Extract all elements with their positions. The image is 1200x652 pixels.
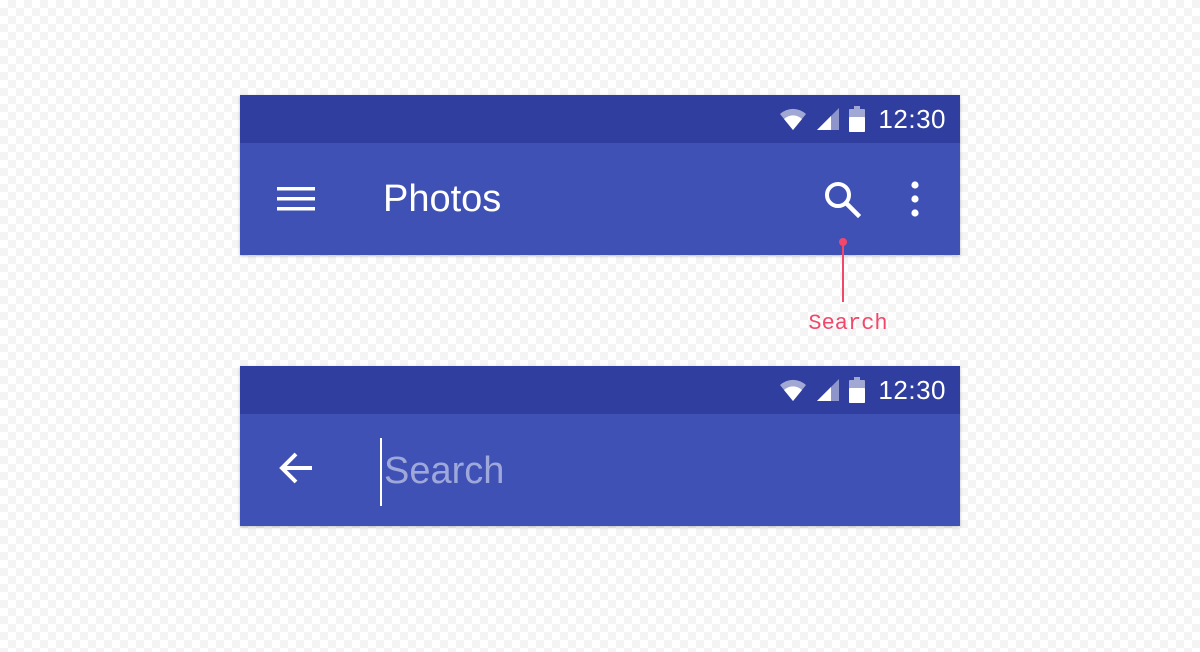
toolbar-default: 12:30 Photos <box>240 95 960 255</box>
toolbar-search: 12:30 <box>240 366 960 526</box>
callout-label: Search <box>808 311 888 336</box>
status-icons: 12:30 <box>779 366 946 414</box>
cellular-signal-icon <box>816 378 840 402</box>
app-bar: Photos <box>240 143 960 255</box>
search-icon[interactable] <box>820 177 864 221</box>
wifi-icon <box>779 378 807 402</box>
status-icons: 12:30 <box>779 95 946 143</box>
wifi-icon <box>779 107 807 131</box>
page-title: Photos <box>383 178 502 220</box>
battery-icon <box>849 106 866 132</box>
status-time: 12:30 <box>878 374 946 405</box>
callout-line <box>842 242 844 302</box>
search-input[interactable] <box>384 446 904 496</box>
status-bar: 12:30 <box>240 95 960 143</box>
menu-icon[interactable] <box>276 181 316 217</box>
more-vert-icon[interactable] <box>900 177 930 221</box>
status-time: 12:30 <box>878 103 946 134</box>
search-app-bar <box>240 414 960 526</box>
text-cursor <box>380 438 382 506</box>
arrow-back-icon[interactable] <box>276 448 316 488</box>
cellular-signal-icon <box>816 107 840 131</box>
battery-icon <box>849 377 866 403</box>
search-field[interactable] <box>380 436 920 506</box>
status-bar: 12:30 <box>240 366 960 414</box>
